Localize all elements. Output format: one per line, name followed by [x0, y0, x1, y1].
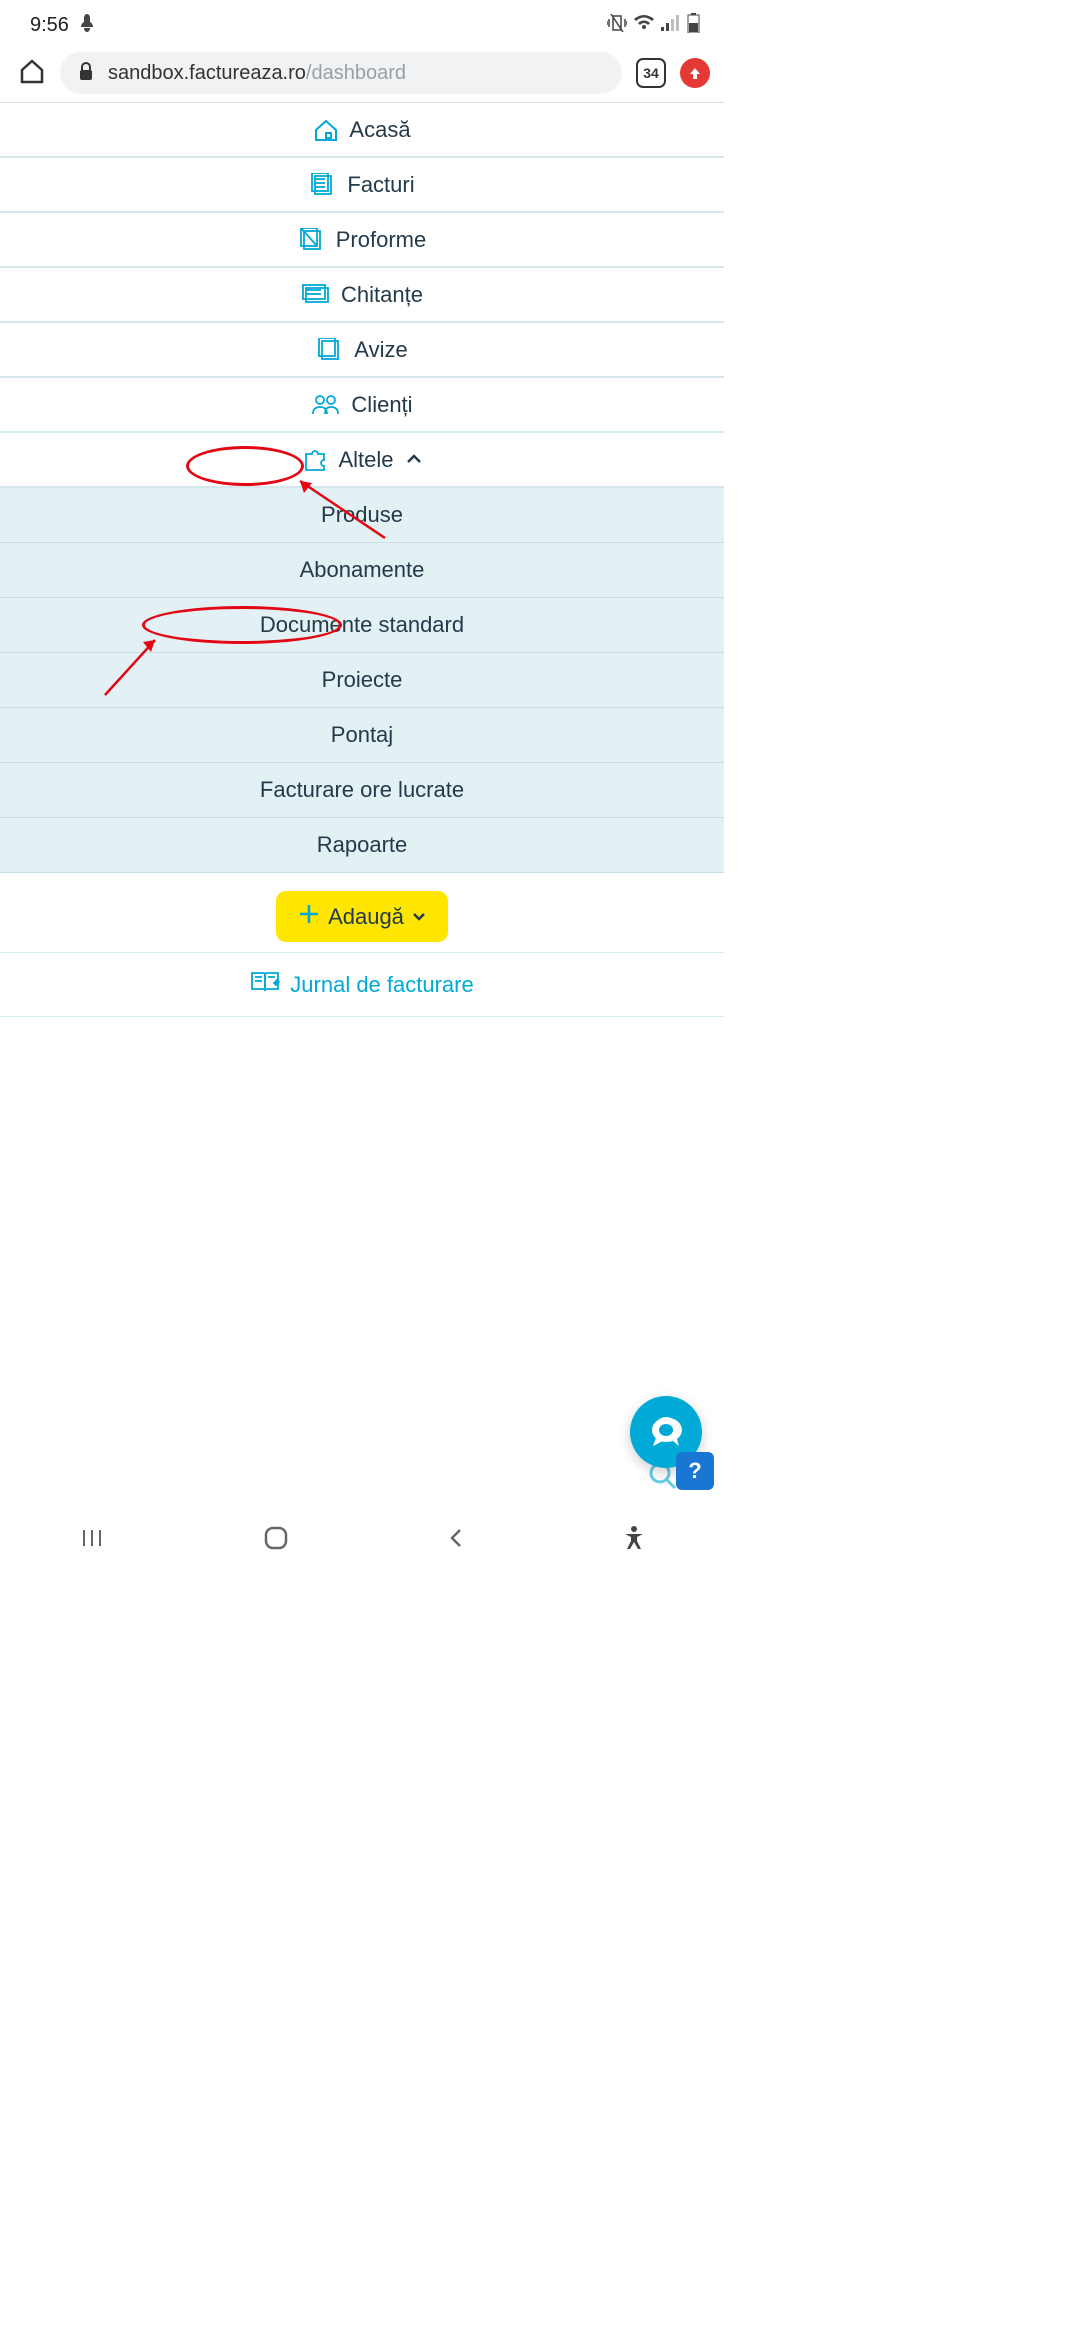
- submenu-label: Facturare ore lucrate: [260, 777, 464, 803]
- clients-icon: [311, 394, 341, 416]
- add-label: Adaugă: [328, 904, 404, 930]
- nav-item-others[interactable]: Altele: [0, 433, 724, 488]
- nav-label: Avize: [354, 337, 407, 363]
- home-button[interactable]: [263, 1525, 289, 1556]
- nav-item-invoices[interactable]: Facturi: [0, 158, 724, 213]
- submenu-item-standard-docs[interactable]: Documente standard: [0, 598, 724, 653]
- submenu-label: Produse: [321, 502, 403, 528]
- app-indicator-icon: [79, 14, 95, 37]
- nav-label: Acasă: [349, 117, 410, 143]
- status-bar: 9:56: [0, 0, 724, 44]
- battery-icon: [687, 13, 700, 38]
- submenu-item-reports[interactable]: Rapoarte: [0, 818, 724, 873]
- submenu-item-products[interactable]: Produse: [0, 488, 724, 543]
- chevron-down-icon: [412, 908, 426, 926]
- signal-icon: [661, 15, 681, 36]
- url-bar[interactable]: sandbox.factureaza.ro/dashboard: [60, 52, 622, 94]
- nav-label: Facturi: [347, 172, 414, 198]
- nav-item-clients[interactable]: Clienți: [0, 378, 724, 433]
- notices-icon: [316, 338, 344, 362]
- add-row: Adaugă: [0, 873, 724, 952]
- receipts-icon: [301, 284, 331, 306]
- nav-label: Chitanțe: [341, 282, 423, 308]
- journal-icon: [250, 971, 280, 998]
- submenu-item-projects[interactable]: Proiecte: [0, 653, 724, 708]
- submenu-label: Abonamente: [300, 557, 425, 583]
- proforme-icon: [298, 228, 326, 252]
- submenu-item-timesheet[interactable]: Pontaj: [0, 708, 724, 763]
- wifi-icon: [633, 15, 655, 36]
- help-button[interactable]: ?: [676, 1452, 714, 1490]
- system-nav-bar: [0, 1512, 724, 1568]
- journal-link[interactable]: Jurnal de facturare: [0, 953, 724, 1017]
- home-icon: [313, 118, 339, 142]
- chevron-up-icon: [406, 451, 422, 469]
- vibrate-icon: [607, 14, 627, 37]
- nav-item-notices[interactable]: Avize: [0, 323, 724, 378]
- recents-button[interactable]: [80, 1526, 104, 1555]
- lock-icon: [78, 62, 94, 85]
- tabs-count-button[interactable]: 34: [636, 58, 666, 88]
- submenu-label: Rapoarte: [317, 832, 408, 858]
- url-text: sandbox.factureaza.ro/dashboard: [108, 62, 406, 85]
- puzzle-icon: [302, 448, 328, 472]
- tabs-count-label: 34: [643, 65, 659, 81]
- main-nav: Acasă Facturi Proforme Chitanțe Avize Cl…: [0, 103, 724, 1017]
- add-button[interactable]: Adaugă: [276, 891, 448, 942]
- back-button[interactable]: [448, 1526, 464, 1555]
- chat-bubble-icon: [646, 1412, 686, 1452]
- nav-label: Clienți: [351, 392, 412, 418]
- status-time: 9:56: [30, 14, 69, 37]
- plus-icon: [298, 901, 320, 932]
- nav-item-proforme[interactable]: Proforme: [0, 213, 724, 268]
- nav-item-receipts[interactable]: Chitanțe: [0, 268, 724, 323]
- browser-update-icon[interactable]: [680, 58, 710, 88]
- submenu-item-hourly-billing[interactable]: Facturare ore lucrate: [0, 763, 724, 818]
- nav-item-home[interactable]: Acasă: [0, 103, 724, 158]
- invoices-icon: [309, 173, 337, 197]
- submenu-label: Proiecte: [322, 667, 403, 693]
- submenu-item-subscriptions[interactable]: Abonamente: [0, 543, 724, 598]
- journal-label: Jurnal de facturare: [290, 972, 473, 998]
- submenu-label: Documente standard: [260, 612, 464, 638]
- submenu-label: Pontaj: [331, 722, 393, 748]
- help-label: ?: [688, 1458, 701, 1484]
- nav-label: Altele: [338, 447, 393, 473]
- browser-home-icon[interactable]: [18, 57, 46, 90]
- nav-label: Proforme: [336, 227, 426, 253]
- accessibility-button[interactable]: [623, 1526, 645, 1555]
- browser-bar: sandbox.factureaza.ro/dashboard 34: [0, 44, 724, 102]
